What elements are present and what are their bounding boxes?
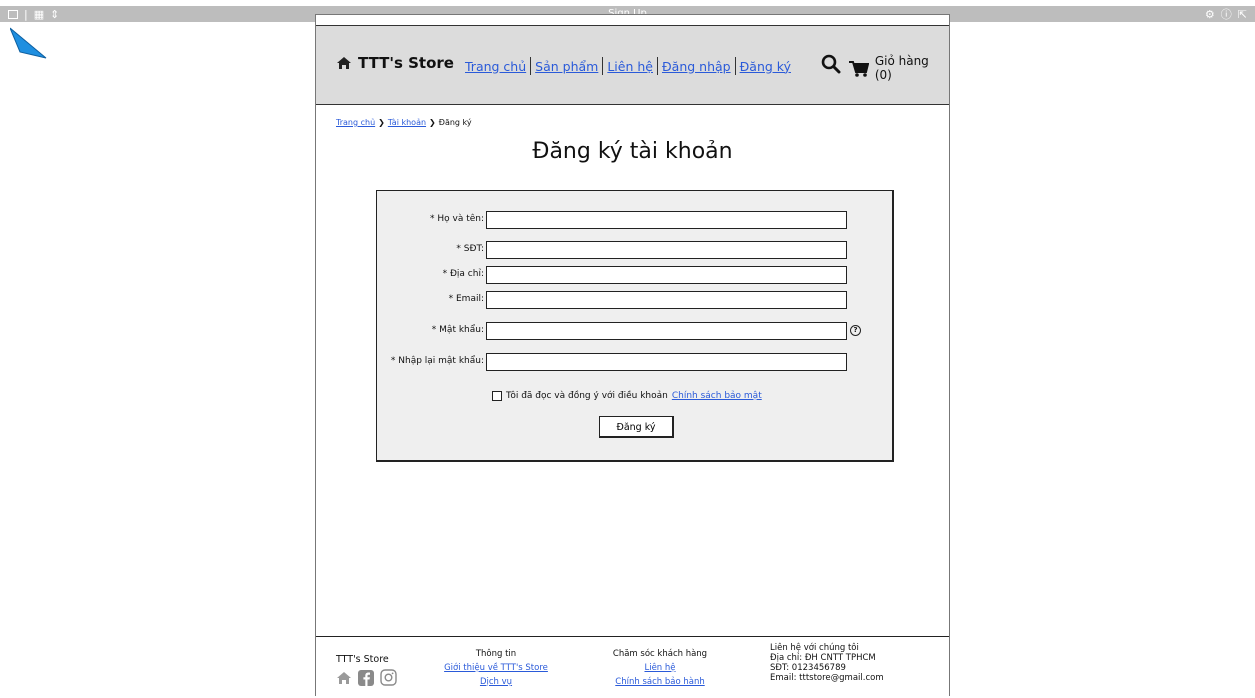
password-label: * Mật khẩu:	[431, 325, 484, 335]
site-footer: TTT's Store Thông tin Giới thiệu về TTT'…	[316, 636, 949, 698]
footer-email: Email: tttstore@gmail.com	[770, 673, 884, 683]
phone-input[interactable]	[486, 241, 847, 259]
cursor-arrow-icon	[10, 27, 47, 59]
register-button[interactable]: Đăng ký	[599, 416, 674, 438]
field-row-phone: * SĐT:	[377, 241, 895, 259]
confirm-password-label: * Nhập lại mật khẩu:	[390, 356, 484, 366]
site-header: TTT's Store Trang chủ Sản phẩm Liên hệ Đ…	[316, 25, 949, 105]
fullname-label: * Họ và tên:	[430, 214, 484, 224]
home-icon	[337, 57, 351, 69]
footer-contact: Liên hệ với chúng tôi Địa chỉ: ĐH CNTT T…	[770, 643, 884, 683]
facebook-icon[interactable]	[358, 669, 374, 686]
field-row-fullname: * Họ và tên:	[377, 211, 895, 229]
home-icon[interactable]	[336, 671, 352, 685]
nav-products[interactable]: Sản phẩm	[531, 59, 602, 74]
nav-contact[interactable]: Liên hệ	[603, 59, 657, 74]
agree-terms: Tôi đã đọc và đồng ý với điều khoản Chín…	[492, 391, 762, 401]
chevron-right-icon: ❯	[378, 118, 385, 127]
footer-address: Địa chỉ: ĐH CNTT TPHCM	[770, 653, 876, 663]
brand[interactable]: TTT's Store	[336, 54, 454, 72]
field-row-confirm-password: * Nhập lại mật khẩu:	[377, 353, 895, 371]
fullname-input[interactable]	[486, 211, 847, 229]
footer-brand: TTT's Store	[336, 654, 389, 665]
password-input[interactable]	[486, 322, 847, 340]
nav-login[interactable]: Đăng nhập	[658, 59, 735, 74]
page-title: Đăng ký tài khoản	[532, 139, 733, 164]
footer-care: Chăm sóc khách hàng Liên hệ Chính sách b…	[598, 649, 722, 691]
footer-care-heading: Chăm sóc khách hàng	[612, 649, 708, 659]
agree-text: Tôi đã đọc và đồng ý với điều khoản	[506, 391, 668, 401]
footer-about-link[interactable]: Giới thiệu về TTT's Store	[426, 663, 566, 673]
footer-info-heading: Thông tin	[475, 649, 517, 659]
expand-icon[interactable]: ⇱	[1238, 8, 1247, 21]
agree-checkbox[interactable]	[492, 391, 502, 401]
instagram-icon[interactable]	[380, 669, 397, 686]
gear-icon[interactable]: ⚙	[1205, 8, 1215, 21]
footer-contact-heading: Liên hệ với chúng tôi	[770, 643, 859, 653]
footer-contact-link[interactable]: Liên hệ	[598, 663, 722, 673]
toolbar-right-icons: ⚙ ⓘ ⇱	[1205, 6, 1247, 22]
signup-form: * Họ và tên: * SĐT: * Địa chỉ: * Email: …	[376, 190, 894, 462]
breadcrumb-home[interactable]: Trang chủ	[336, 118, 375, 127]
cart-label: Giỏ hàng (0)	[874, 54, 929, 82]
footer-info: Thông tin Giới thiệu về TTT's Store Dịch…	[426, 649, 566, 691]
privacy-policy-link[interactable]: Chính sách bảo mật	[672, 391, 762, 401]
page-frame: TTT's Store Trang chủ Sản phẩm Liên hệ Đ…	[315, 14, 950, 698]
footer-services-link[interactable]: Dịch vụ	[426, 677, 566, 687]
chevron-right-icon: ❯	[429, 118, 436, 127]
footer-phone: SĐT: 0123456789	[770, 663, 846, 673]
brand-name: TTT's Store	[358, 54, 454, 72]
footer-social	[336, 669, 397, 686]
info-icon[interactable]: ⓘ	[1221, 6, 1232, 22]
breadcrumb: Trang chủ ❯ Tài khoản ❯ Đăng ký	[336, 118, 472, 127]
breadcrumb-current: Đăng ký	[438, 118, 472, 127]
email-input[interactable]	[486, 291, 847, 309]
address-input[interactable]	[486, 266, 847, 284]
confirm-password-input[interactable]	[486, 353, 847, 371]
nav-register[interactable]: Đăng ký	[736, 59, 795, 74]
email-label: * Email:	[448, 294, 484, 304]
search-icon[interactable]	[821, 54, 841, 74]
field-row-password: * Mật khẩu: ?	[377, 322, 895, 340]
cart-icon	[849, 60, 869, 77]
main-nav: Trang chủ Sản phẩm Liên hệ Đăng nhập Đăn…	[461, 57, 795, 75]
cart-button[interactable]: Giỏ hàng (0)	[849, 54, 949, 82]
help-icon[interactable]: ?	[850, 325, 861, 336]
phone-label: * SĐT:	[456, 244, 484, 254]
nav-home[interactable]: Trang chủ	[461, 59, 530, 74]
address-label: * Địa chỉ:	[442, 269, 484, 279]
field-row-address: * Địa chỉ:	[377, 266, 895, 284]
field-row-email: * Email:	[377, 291, 895, 309]
breadcrumb-account[interactable]: Tài khoản	[388, 118, 426, 127]
footer-warranty-link[interactable]: Chính sách bảo hành	[598, 677, 722, 687]
